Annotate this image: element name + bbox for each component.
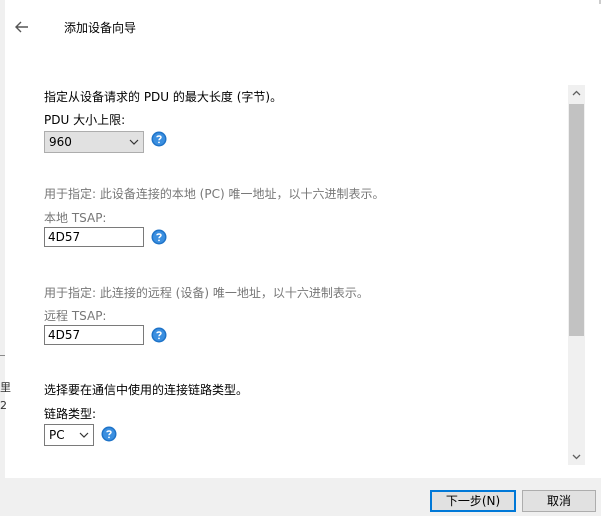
wizard-footer: 下一步(N) 取消 <box>5 478 601 516</box>
scroll-down-button[interactable] <box>568 448 585 465</box>
wizard-header: 添加设备向导 <box>5 0 601 56</box>
remote-tsap-input[interactable] <box>45 326 143 344</box>
chevron-up-icon <box>572 90 581 96</box>
link-type-description: 选择要在通信中使用的连接链路类型。 <box>44 383 249 397</box>
remote-tsap-description: 用于指定: 此连接的远程 (设备) 唯一地址，以十六进制表示。 <box>44 286 369 300</box>
local-tsap-input-box <box>44 227 144 247</box>
remote-tsap-input-box <box>44 325 144 345</box>
local-tsap-description: 用于指定: 此设备连接的本地 (PC) 唯一地址，以十六进制表示。 <box>44 187 385 201</box>
link-type-select[interactable]: PC <box>44 424 94 446</box>
pdu-help-icon[interactable] <box>151 131 167 147</box>
chevron-down-icon <box>129 139 139 145</box>
scroll-up-button[interactable] <box>568 85 585 102</box>
local-tsap-label: 本地 TSAP: <box>44 211 107 225</box>
link-type-value: PC <box>49 428 65 442</box>
local-tsap-help-icon[interactable] <box>151 229 167 245</box>
chevron-down-icon <box>572 454 581 460</box>
wizard-title: 添加设备向导 <box>64 21 137 35</box>
next-button[interactable]: 下一步(N) <box>430 490 516 512</box>
pdu-size-value: 960 <box>49 135 72 149</box>
remote-tsap-label: 远程 TSAP: <box>44 309 107 323</box>
scroll-thumb[interactable] <box>569 104 584 336</box>
local-tsap-input[interactable] <box>45 228 143 246</box>
chevron-down-icon <box>79 432 89 438</box>
link-type-help-icon[interactable] <box>101 426 117 442</box>
remote-tsap-help-icon[interactable] <box>151 327 167 343</box>
pdu-description: 指定从设备请求的 PDU 的最大长度 (字节)。 <box>44 90 283 104</box>
wizard-content: 指定从设备请求的 PDU 的最大长度 (字节)。 PDU 大小上限: 960 用… <box>5 80 568 465</box>
back-button[interactable] <box>13 18 31 36</box>
back-arrow-icon <box>15 21 28 33</box>
cancel-button[interactable]: 取消 <box>522 490 596 512</box>
vertical-scrollbar[interactable] <box>568 85 585 465</box>
pdu-size-label: PDU 大小上限: <box>44 113 126 127</box>
link-type-label: 链路类型: <box>44 407 97 421</box>
pdu-size-select[interactable]: 960 <box>44 131 144 153</box>
